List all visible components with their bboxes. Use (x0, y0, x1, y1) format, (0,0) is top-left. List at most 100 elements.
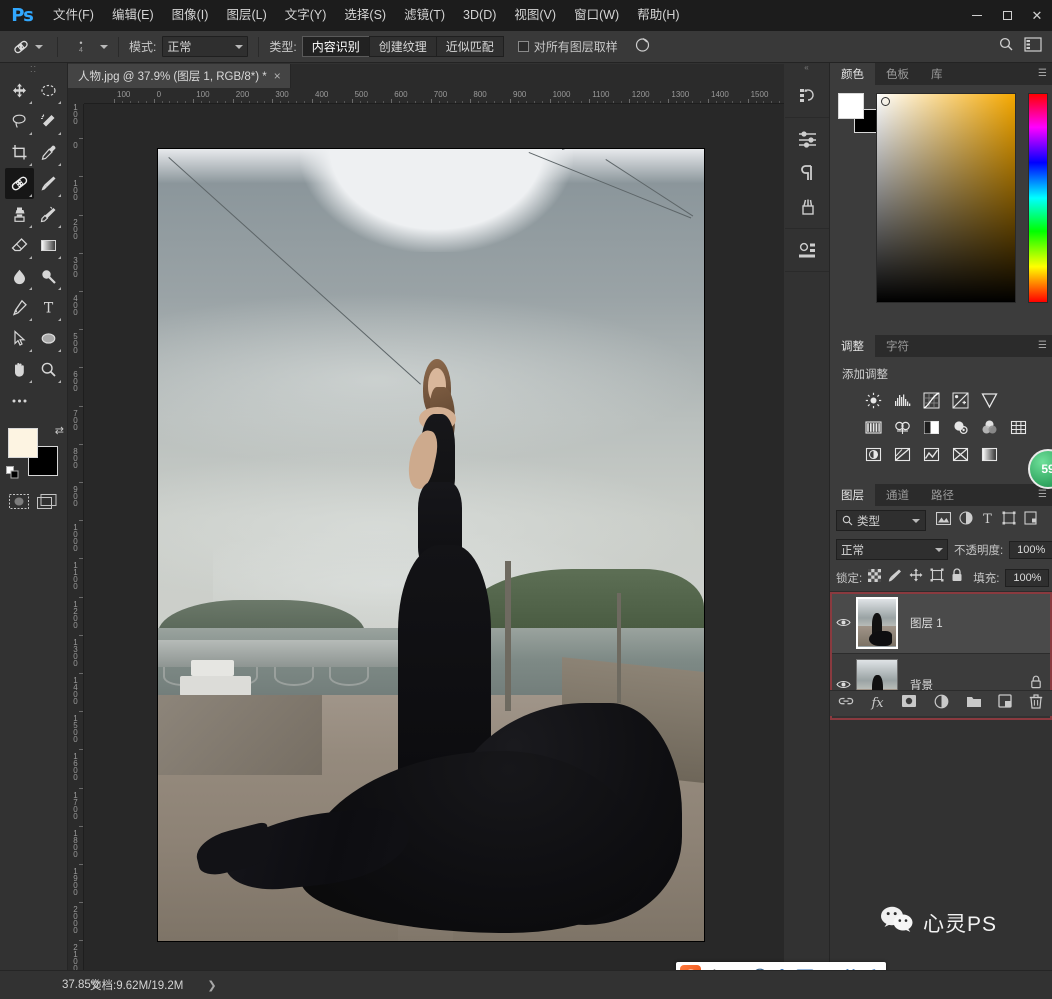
tab-color[interactable]: 颜色 (830, 63, 875, 85)
ellipse-shape-tool[interactable] (34, 323, 63, 354)
gradient-map-icon[interactable] (980, 445, 999, 464)
adjustments-panel-icon[interactable] (785, 122, 830, 156)
opacity-value[interactable]: 100% (1009, 540, 1052, 559)
document-tab[interactable]: 人物.jpg @ 37.9% (图层 1, RGB/8*) * × (68, 64, 291, 88)
black-white-icon[interactable] (922, 418, 941, 437)
new-group-icon[interactable] (966, 695, 982, 713)
pixel-filter-icon[interactable] (935, 511, 952, 530)
brush-presets-panel-icon[interactable] (785, 190, 830, 224)
history-panel-icon[interactable] (785, 79, 830, 113)
curves-icon[interactable] (922, 391, 941, 410)
toolbar-grip[interactable]: ⁚⁚ (0, 63, 67, 75)
chevron-down-icon[interactable] (35, 44, 43, 49)
path-selection-tool[interactable] (5, 323, 34, 354)
exposure-icon[interactable] (951, 391, 970, 410)
workspace-switcher-icon[interactable] (1024, 36, 1042, 57)
link-layers-icon[interactable] (838, 694, 854, 713)
menu-image[interactable]: 图像(I) (163, 0, 218, 31)
paragraph-panel-icon[interactable] (785, 156, 830, 190)
type-filter-icon[interactable]: T (981, 511, 994, 530)
edit-toolbar-button[interactable] (5, 385, 34, 416)
crop-tool[interactable] (5, 137, 34, 168)
swap-colors-icon[interactable]: ⇄ (55, 424, 64, 437)
channel-mixer-icon[interactable] (980, 418, 999, 437)
color-balance-icon[interactable] (893, 418, 912, 437)
menu-select[interactable]: 选择(S) (335, 0, 395, 31)
hand-tool[interactable] (5, 354, 34, 385)
menu-file[interactable]: 文件(F) (44, 0, 103, 31)
layer-name-1[interactable]: 图层 1 (898, 615, 1052, 631)
foreground-color-swatch[interactable] (8, 428, 38, 458)
move-tool[interactable] (5, 75, 34, 106)
maximize-icon[interactable] (992, 0, 1022, 31)
fill-value[interactable]: 100% (1005, 568, 1050, 587)
zoom-tool[interactable] (34, 354, 63, 385)
type-content-aware-button[interactable]: 内容识别 (301, 36, 370, 57)
new-adjustment-icon[interactable] (934, 694, 949, 714)
fx-icon[interactable]: fx (871, 696, 883, 711)
invert-icon[interactable] (864, 445, 883, 464)
shape-filter-icon[interactable] (1002, 511, 1016, 530)
hue-saturation-icon[interactable] (864, 418, 883, 437)
eraser-tool[interactable] (5, 230, 34, 261)
menu-type[interactable]: 文字(Y) (276, 0, 336, 31)
color-picker-marker[interactable] (881, 97, 890, 106)
color-picker-field[interactable] (876, 93, 1016, 303)
brush-size-picker[interactable]: • 4 (68, 35, 94, 59)
spot-healing-brush-tool[interactable] (5, 168, 34, 199)
tab-layers[interactable]: 图层 (830, 484, 875, 506)
eyedropper-tool[interactable] (34, 137, 63, 168)
menu-window[interactable]: 窗口(W) (565, 0, 628, 31)
clone-stamp-tool[interactable] (5, 199, 34, 230)
pen-tool[interactable] (5, 292, 34, 323)
hue-slider[interactable] (1028, 93, 1048, 303)
quick-selection-tool[interactable] (34, 106, 63, 137)
close-icon[interactable]: ✕ (1022, 0, 1052, 31)
tool-preset-picker[interactable] (6, 35, 47, 59)
artboard[interactable] (158, 149, 704, 941)
tab-libraries[interactable]: 库 (920, 63, 954, 85)
tab-swatches[interactable]: 色板 (875, 63, 920, 85)
panel-menu-icon-adjust[interactable]: ☰ (1038, 341, 1047, 351)
menu-3d[interactable]: 3D(D) (454, 0, 505, 31)
menu-edit[interactable]: 编辑(E) (103, 0, 163, 31)
layer-row-1[interactable]: 图层 1 (830, 592, 1052, 654)
layer-filter-select[interactable]: 类型 (836, 510, 926, 531)
new-layer-icon[interactable] (998, 694, 1013, 713)
brightness-contrast-icon[interactable] (864, 391, 883, 410)
tab-paths[interactable]: 路径 (920, 484, 965, 506)
menu-layer[interactable]: 图层(L) (217, 0, 275, 31)
blur-tool[interactable] (5, 261, 34, 292)
type-create-texture-button[interactable]: 创建纹理 (368, 36, 437, 57)
color-panel-foreground-swatch[interactable] (838, 93, 864, 119)
adjustment-filter-icon[interactable] (959, 511, 973, 530)
document-image[interactable] (158, 149, 704, 941)
vibrance-icon[interactable] (980, 391, 999, 410)
lock-artboard-icon[interactable] (930, 568, 944, 587)
panel-menu-icon-color[interactable]: ☰ (1038, 69, 1047, 79)
chevron-right-icon-status[interactable]: ❯ (183, 979, 216, 992)
minimize-icon[interactable] (962, 0, 992, 31)
elliptical-marquee-tool[interactable] (34, 75, 63, 106)
delete-layer-icon[interactable] (1029, 693, 1043, 714)
selective-color-icon[interactable] (951, 445, 970, 464)
canvas-scroll-region[interactable] (84, 104, 784, 970)
lock-transparent-icon[interactable] (868, 568, 882, 587)
dodge-tool[interactable] (34, 261, 63, 292)
sample-all-layers-checkbox[interactable]: 对所有图层取样 (517, 38, 618, 55)
lock-image-icon[interactable] (888, 568, 902, 587)
pressure-toggle-icon[interactable] (634, 36, 651, 58)
lock-position-icon[interactable] (909, 568, 923, 587)
menu-filter[interactable]: 滤镜(T) (395, 0, 454, 31)
tab-adjustments[interactable]: 调整 (830, 335, 875, 357)
tab-character[interactable]: 字符 (875, 335, 920, 357)
threshold-icon[interactable] (922, 445, 941, 464)
history-brush-tool[interactable] (34, 199, 63, 230)
levels-icon[interactable] (893, 391, 912, 410)
photo-filter-icon[interactable] (951, 418, 970, 437)
posterize-icon[interactable] (893, 445, 912, 464)
panel-menu-icon-layers[interactable]: ☰ (1038, 490, 1047, 500)
type-proximity-match-button[interactable]: 近似匹配 (435, 36, 504, 57)
canvas-area[interactable]: 100 0 100 200 300 400 500 600 700 800 900 1000 1100 1… (68, 88, 784, 970)
blend-mode-select-layers[interactable]: 正常 (836, 539, 948, 560)
